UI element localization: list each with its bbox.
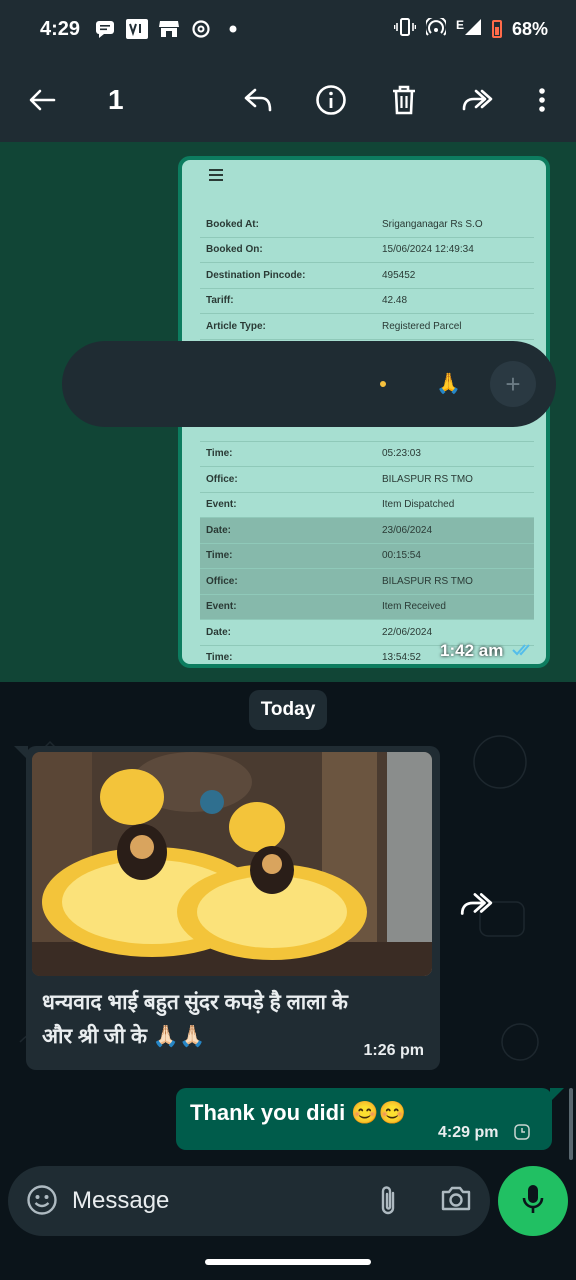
more-icon[interactable] [522, 80, 562, 120]
incoming-message-time: 1:26 pm [363, 1042, 424, 1059]
tracking-row-label: Time: [206, 448, 233, 460]
compose-bar [8, 1166, 490, 1236]
tracking-row-label: Office: [206, 575, 238, 587]
tracking-row-label: Booked At: [206, 218, 259, 230]
tracking-row-label: Date: [206, 626, 232, 638]
pending-clock-icon [514, 1124, 530, 1145]
tracking-row: Tariff: 42.48 [200, 289, 534, 314]
outgoing-message-text: Thank you didi 😊😊 [190, 1100, 407, 1125]
scrollbar[interactable] [569, 1088, 573, 1160]
network-type: E [455, 17, 464, 32]
outgoing-message-time: 4:29 pm [438, 1124, 499, 1141]
tracking-row: Time: 00:15:54 [200, 543, 534, 569]
delete-icon[interactable] [384, 80, 424, 120]
status-right-group: E 68% [393, 15, 548, 41]
tracking-row-label: Event: [206, 499, 237, 511]
message-input[interactable] [72, 1180, 362, 1222]
tracking-row-value: 00:15:54 [382, 550, 421, 562]
tracking-row-label: Booked On: [206, 244, 263, 256]
tracking-row: Time: 05:23:03 [200, 442, 534, 467]
tracking-row-label: Date: [206, 524, 232, 536]
incoming-message-bubble[interactable]: धन्यवाद भाई बहुत सुंदर कपड़े है लाला के … [14, 746, 440, 1070]
date-divider: Today [249, 690, 327, 730]
folded-hands-reaction-icon[interactable]: 🙏 [436, 371, 461, 396]
threads-icon [190, 19, 212, 39]
gesture-nav-handle[interactable] [205, 1259, 371, 1265]
reaction-dot-icon[interactable] [380, 381, 386, 387]
tracking-row-value: 15/06/2024 12:49:34 [382, 244, 474, 256]
message-text-line: धन्यवाद भाई बहुत सुंदर कपड़े है लाला के [42, 991, 348, 1014]
tracking-row: Article Type: Registered Parcel [200, 314, 534, 340]
tracking-row: Booked At: Sriganganagar Rs S.O [200, 212, 534, 238]
message-time: 1:42 am [440, 641, 504, 660]
bubble-tail [550, 1088, 564, 1102]
outgoing-message-bubble[interactable]: Thank you didi 😊😊 4:29 pm [176, 1088, 564, 1150]
tracking-row-value: BILASPUR RS TMO [382, 575, 473, 587]
tracking-row-label: Time: [206, 550, 233, 562]
back-arrow-icon[interactable] [22, 80, 62, 120]
tracking-row-value: Item Received [382, 601, 446, 613]
hotspot-icon [423, 15, 448, 41]
status-bar: 4:29 E 68% [0, 0, 576, 58]
message-photo[interactable] [32, 752, 432, 976]
more-notifications-dot-icon [222, 19, 244, 39]
reply-icon[interactable] [238, 80, 278, 120]
tracking-row-value: 22/06/2024 [382, 626, 433, 638]
tracking-row: Date: 23/06/2024 [200, 518, 534, 544]
microphone-icon [521, 1183, 545, 1220]
message-notification-icon [94, 19, 116, 39]
emoji-icon[interactable] [26, 1184, 58, 1221]
tracking-row-value: 42.48 [382, 295, 408, 307]
tracking-row-label: Article Type: [206, 320, 266, 332]
tracking-details-table: Booked At: Sriganganagar Rs S.O Booked On:… [200, 212, 534, 664]
tracking-row-value: 05:23:03 [382, 448, 421, 460]
add-reaction-icon[interactable]: + [490, 361, 536, 407]
forward-icon[interactable] [457, 80, 497, 120]
tracking-row-label: Tariff: [206, 295, 234, 307]
reaction-bar: 🙏 + [62, 341, 556, 427]
hamburger-menu-icon [208, 168, 224, 187]
battery-icon [491, 20, 502, 38]
store-icon [158, 19, 180, 39]
signal-icon [464, 18, 482, 41]
tracking-row: Event: Item Dispatched [200, 493, 534, 518]
selected-count: 1 [108, 84, 124, 115]
status-time: 4:29 [40, 17, 81, 40]
tracking-row: Office: BILASPUR RS TMO [200, 569, 534, 595]
tracking-row-label: Destination Pincode: [206, 269, 306, 281]
read-ticks-icon [512, 642, 536, 663]
signal-group: E [456, 18, 482, 41]
tracking-row: Destination Pincode: 495452 [200, 263, 534, 289]
tracking-row-value: 495452 [382, 269, 416, 281]
tracking-row-label: Office: [206, 473, 238, 485]
vi-app-icon [126, 19, 149, 39]
tracking-row-value: 23/06/2024 [382, 524, 433, 536]
bubble-tail [14, 746, 28, 760]
info-icon[interactable] [311, 80, 351, 120]
attach-icon[interactable] [376, 1184, 400, 1223]
selection-action-bar: 1 [0, 58, 576, 142]
vibrate-icon [393, 17, 417, 41]
camera-icon[interactable] [440, 1184, 472, 1217]
battery-level: 68% [511, 18, 548, 39]
tracking-row-value: Sriganganagar Rs S.O [382, 218, 483, 230]
tracking-row-value: Registered Parcel [382, 320, 462, 332]
tracking-row: Booked On: 15/06/2024 12:49:34 [200, 238, 534, 263]
voice-record-button[interactable] [498, 1166, 568, 1236]
tracking-row: Office: BILASPUR RS TMO [200, 467, 534, 493]
tracking-row: Event: Item Received [200, 594, 534, 620]
tracking-row-label: Time: [206, 652, 233, 664]
tracking-row-value: BILASPUR RS TMO [382, 473, 473, 485]
tracking-row-value: Item Dispatched [382, 499, 455, 511]
tracking-row-label: Event: [206, 601, 237, 613]
forward-media-icon[interactable] [458, 890, 494, 923]
